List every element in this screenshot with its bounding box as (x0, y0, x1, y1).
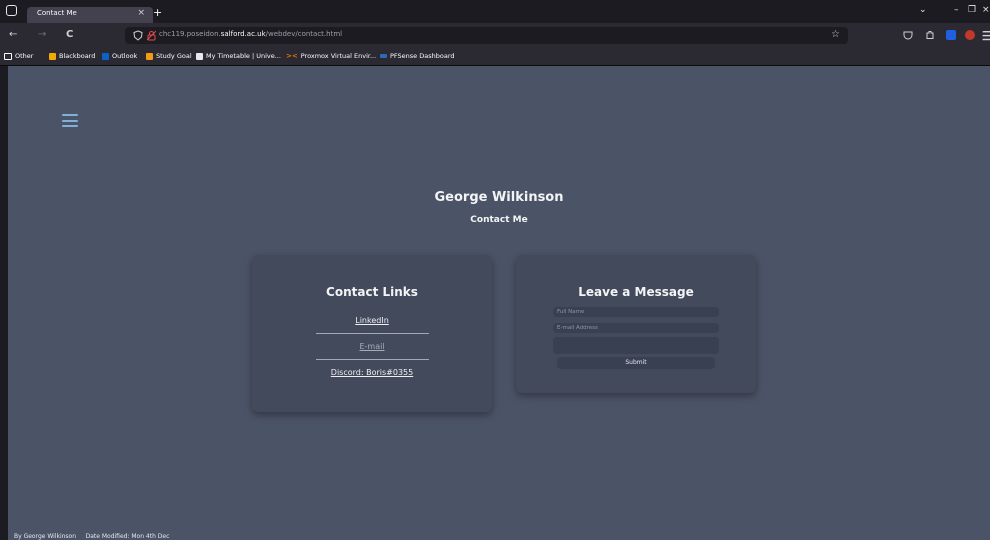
menu-icon[interactable] (982, 31, 990, 41)
pocket-icon[interactable] (903, 30, 913, 40)
email-address-input[interactable]: E-mail Address (553, 323, 719, 333)
leave-message-card: Leave a Message Full Name E-mail Address… (516, 255, 756, 393)
folder-icon (4, 52, 12, 60)
back-icon[interactable]: ← (9, 29, 17, 40)
forward-icon[interactable]: → (38, 29, 46, 40)
close-window-icon[interactable]: × (982, 5, 990, 15)
navigation-toolbar: ← → C chc119.poseidon.salford.ac.uk/webd… (0, 23, 990, 50)
submit-button[interactable]: Submit (557, 357, 715, 369)
bitwarden-icon[interactable] (946, 30, 956, 40)
minimize-icon[interactable]: – (954, 5, 959, 15)
bookmark-label: Blackboard (59, 52, 96, 60)
insecure-lock-icon[interactable] (147, 30, 156, 41)
bookmark-label: Other (15, 52, 34, 60)
bookmark-outlook[interactable]: Outlook (102, 52, 137, 60)
bookmark-pfsense[interactable]: PFSense Dashboard (380, 52, 455, 60)
timetable-icon (196, 52, 203, 60)
tab-close-icon[interactable]: × (137, 8, 145, 18)
url-prefix: chc119.poseidon. (159, 30, 221, 38)
address-bar[interactable]: chc119.poseidon.salford.ac.uk/webdev/con… (125, 27, 848, 44)
footer-date-modified: Date Modified: Mon 4th Dec (85, 533, 170, 540)
message-textarea[interactable] (553, 337, 719, 354)
chevron-down-icon[interactable]: ⌄ (919, 5, 927, 15)
bookmark-label: Proxmox Virtual Envir... (300, 52, 377, 60)
bookmark-proxmox[interactable]: >< Proxmox Virtual Envir... (286, 52, 376, 60)
restore-icon[interactable]: ❐ (968, 5, 976, 15)
pfsense-icon (380, 54, 387, 58)
new-tab-button[interactable]: + (153, 6, 162, 19)
page-title: Contact Me (470, 215, 528, 225)
tab-contact-me[interactable]: Contact Me × (27, 7, 153, 23)
page-viewport: George Wilkinson Contact Me Contact Link… (8, 66, 990, 540)
divider (315, 359, 429, 360)
reload-icon[interactable]: C (66, 29, 73, 40)
bookmark-label: PFSense Dashboard (390, 52, 455, 60)
tab-list-icon[interactable] (6, 5, 17, 16)
footer-author: By George Wilkinson (14, 533, 77, 540)
footer: By George Wilkinson Date Modified: Mon 4… (14, 533, 169, 540)
bookmark-my-timetable[interactable]: My Timetable | Unive... (196, 52, 281, 60)
leave-message-title: Leave a Message (578, 285, 694, 299)
tab-strip: Contact Me × + ⌄ – ❐ × (0, 0, 990, 23)
proxmox-icon: >< (286, 52, 298, 60)
discord-link[interactable]: Discord: Boris#0355 (252, 368, 492, 377)
ublock-icon[interactable] (965, 30, 975, 40)
full-name-input[interactable]: Full Name (553, 307, 719, 317)
bookmark-label: My Timetable | Unive... (206, 52, 281, 60)
url-text[interactable]: chc119.poseidon.salford.ac.uk/webdev/con… (159, 30, 342, 38)
url-path: /webdev/contact.html (265, 30, 343, 38)
study-goal-icon (146, 52, 153, 60)
bookmark-study-goal[interactable]: Study Goal (146, 52, 192, 60)
tab-title: Contact Me (37, 9, 77, 17)
contact-links-title: Contact Links (326, 285, 418, 299)
outlook-icon (102, 52, 109, 60)
shield-icon[interactable] (133, 30, 143, 41)
linkedin-link[interactable]: LinkedIn (252, 316, 492, 325)
extensions-icon[interactable] (925, 30, 935, 40)
url-host: salford.ac.uk (220, 30, 266, 38)
bookmark-blackboard[interactable]: Blackboard (49, 52, 95, 60)
bookmark-label: Outlook (112, 52, 138, 60)
email-link[interactable]: E-mail (252, 342, 492, 351)
hamburger-menu-icon[interactable] (62, 114, 78, 127)
contact-links-card: Contact Links LinkedIn E-mail Discord: B… (252, 255, 492, 412)
divider (315, 333, 429, 334)
bookmark-label: Study Goal (156, 52, 192, 60)
bookmark-star-icon[interactable]: ☆ (831, 29, 840, 40)
blackboard-icon (49, 52, 56, 60)
bookmark-other[interactable]: Other (4, 52, 33, 60)
site-name: George Wilkinson (434, 190, 564, 205)
bookmarks-toolbar: Other Blackboard Outlook Study Goal My T… (0, 50, 990, 66)
